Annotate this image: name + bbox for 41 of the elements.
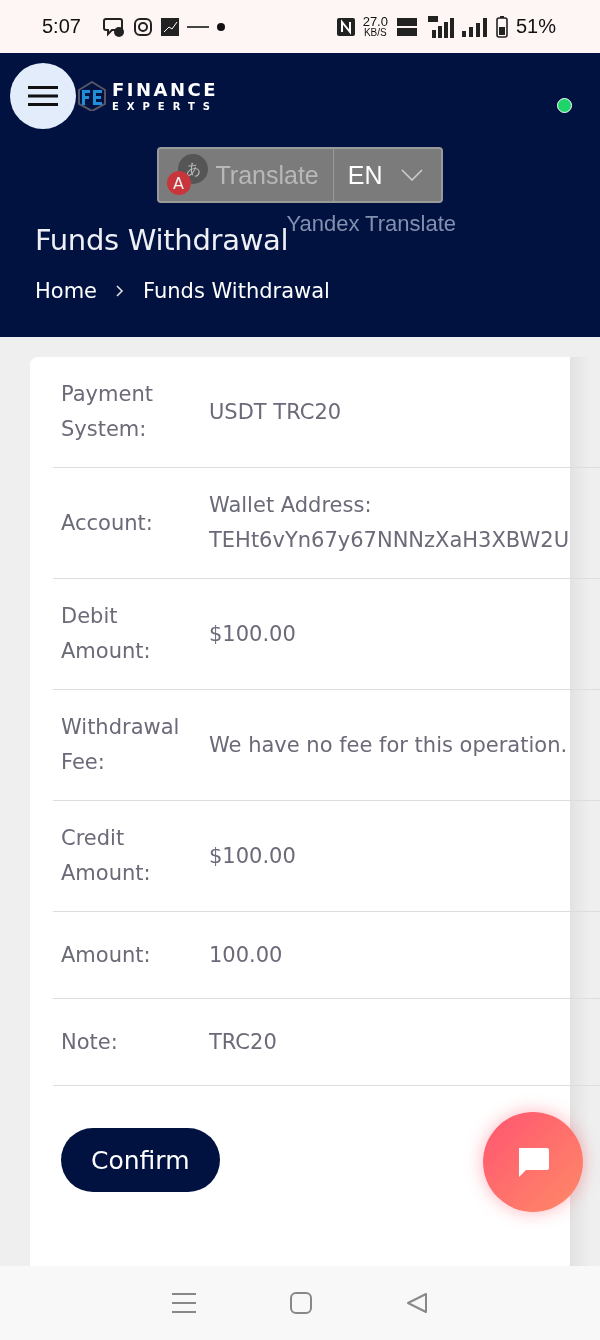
field-value: TRC20 bbox=[209, 1028, 277, 1056]
signal-icon bbox=[425, 15, 454, 38]
network-speed: 27.0 bbox=[362, 15, 388, 28]
field-value: TEHt6vYn67y67NNNzXaH3XBW2U bbox=[209, 527, 569, 554]
chevron-right-icon bbox=[115, 284, 125, 298]
recent-apps-icon[interactable] bbox=[172, 1292, 196, 1314]
logo-title: FINANCE bbox=[112, 80, 219, 99]
field-label: Payment System: bbox=[61, 381, 154, 443]
menu-icon bbox=[28, 85, 58, 107]
field-label: Note: bbox=[61, 1028, 119, 1056]
chevron-down-icon bbox=[400, 169, 423, 181]
translate-button[interactable]: あ A Translate bbox=[159, 149, 334, 201]
speed-unit: KB/S bbox=[363, 28, 387, 38]
clock-time: 5:07 bbox=[42, 15, 81, 38]
signal-icon bbox=[461, 16, 488, 37]
breadcrumb-current: Funds Withdrawal bbox=[143, 279, 330, 303]
camera-icon bbox=[132, 16, 153, 37]
field-value: We have no fee for this operation. bbox=[209, 731, 568, 759]
breadcrumb-link[interactable]: Home bbox=[35, 279, 97, 303]
chat-bubble-icon bbox=[102, 15, 125, 38]
language-dropdown[interactable]: EN bbox=[333, 149, 441, 201]
field-label: Account: bbox=[61, 509, 154, 537]
battery-icon bbox=[495, 15, 508, 38]
field-value: USDT TRC20 bbox=[209, 398, 342, 426]
field-label: Withdrawal Fee: bbox=[61, 714, 181, 776]
notification-dot-icon bbox=[216, 22, 225, 31]
field-value: $100.00 bbox=[209, 842, 296, 870]
field-label: Amount: bbox=[61, 941, 152, 969]
field-value: $100.00 bbox=[209, 620, 296, 648]
field-label: Debit Amount: bbox=[61, 603, 152, 665]
logo-subtitle: EXPERTS bbox=[112, 101, 219, 112]
back-icon[interactable] bbox=[406, 1292, 428, 1314]
translate-credit: Yandex Translate bbox=[286, 211, 456, 237]
field-value: Wallet Address: bbox=[209, 492, 373, 519]
home-icon[interactable] bbox=[290, 1292, 312, 1314]
field-value: 100.00 bbox=[209, 941, 283, 969]
battery-level: 51% bbox=[515, 15, 556, 38]
field-label: Credit Amount: bbox=[61, 825, 152, 887]
nfc-icon bbox=[336, 17, 355, 36]
confirm-button[interactable]: Confirm bbox=[61, 1128, 220, 1192]
logo-icon bbox=[78, 81, 106, 111]
